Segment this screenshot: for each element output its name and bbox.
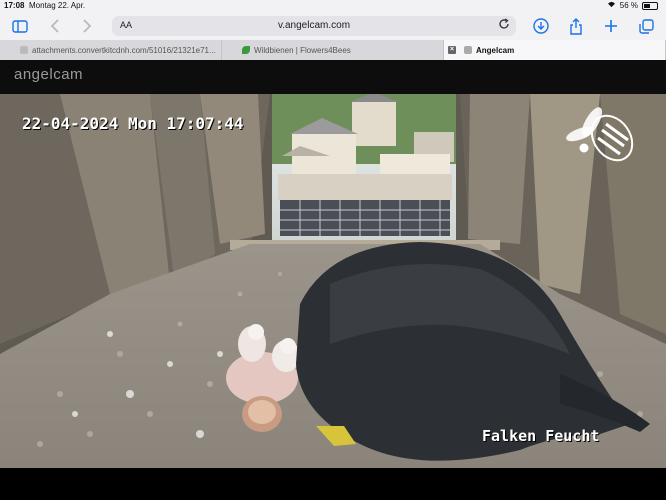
address-bar[interactable]: AA v.angelcam.com: [112, 16, 516, 36]
share-icon[interactable]: [567, 17, 585, 35]
page-favicon-icon: [20, 46, 28, 54]
page-header: angelcam: [0, 60, 666, 94]
tab-label: Wildbienen | Flowers4Bees: [254, 45, 351, 55]
reload-icon[interactable]: [498, 18, 510, 33]
tab-flowers4bees[interactable]: Wildbienen | Flowers4Bees: [222, 40, 444, 60]
tab-attachments[interactable]: attachments.convertkitcdnh.com/51016/213…: [0, 40, 222, 60]
browser-toolbar: AA v.angelcam.com: [0, 12, 666, 40]
tab-bar: attachments.convertkitcdnh.com/51016/213…: [0, 40, 666, 60]
download-icon[interactable]: [532, 17, 550, 35]
battery-icon: [642, 1, 658, 10]
camera-video[interactable]: 22-04-2024 Mon 17:07:44 Falken Feucht: [0, 94, 666, 468]
camera-name-label: Falken Feucht: [482, 427, 600, 445]
close-tab-icon[interactable]: ×: [448, 46, 456, 54]
tab-angelcam[interactable]: × Angelcam: [444, 40, 666, 60]
tabs-overview-icon[interactable]: [637, 17, 655, 35]
status-right: 56 %: [607, 1, 658, 10]
forward-icon[interactable]: [78, 17, 96, 35]
back-icon[interactable]: [46, 17, 64, 35]
status-date: Montag 22. Apr.: [29, 1, 86, 10]
tab-label: Angelcam: [476, 45, 515, 55]
status-time: 17:08: [4, 1, 25, 10]
video-timestamp: 22-04-2024 Mon 17:07:44: [22, 114, 244, 133]
tab-label: attachments.convertkitcdnh.com/51016/213…: [32, 45, 216, 55]
battery-percent: 56 %: [619, 1, 638, 10]
new-tab-icon[interactable]: [602, 17, 620, 35]
leaf-favicon-icon: [242, 46, 250, 54]
sidebar-toggle-icon[interactable]: [11, 17, 29, 35]
wifi-icon: [607, 1, 616, 10]
angelcam-logo[interactable]: angelcam: [14, 66, 83, 83]
video-bottom-bar: [0, 468, 666, 500]
url-text[interactable]: v.angelcam.com: [112, 20, 516, 31]
status-bar: 17:08 Montag 22. Apr. 56 %: [0, 0, 666, 12]
angelcam-favicon-icon: [464, 46, 472, 54]
video-frame-image: [0, 94, 666, 468]
